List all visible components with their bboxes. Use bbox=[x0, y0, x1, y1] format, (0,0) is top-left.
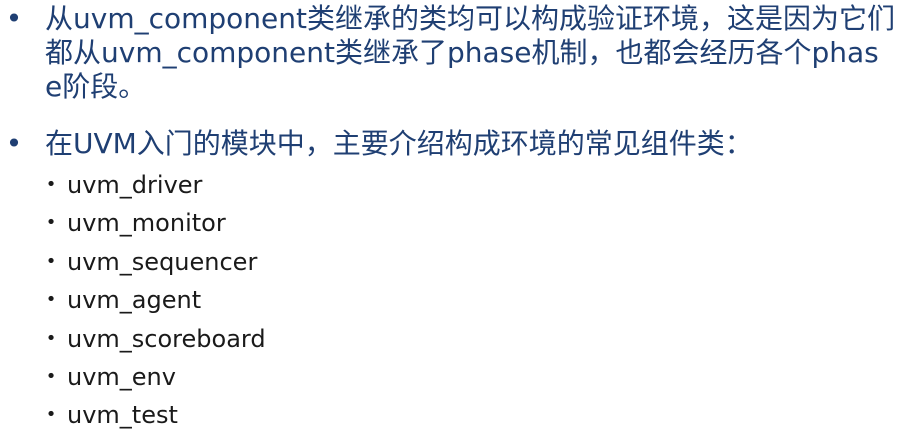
sub-bullet-marker: • bbox=[45, 366, 57, 387]
sub-bullet-marker: • bbox=[45, 251, 57, 272]
sub-bullet-marker: • bbox=[45, 174, 57, 195]
bullet-marker: • bbox=[5, 127, 23, 160]
list-item-uvm-monitor: • uvm_monitor bbox=[0, 208, 899, 242]
sub-bullet-marker: • bbox=[45, 212, 57, 233]
list-item-text: uvm_scoreboard bbox=[67, 325, 266, 353]
sub-bullet-marker: • bbox=[45, 328, 57, 349]
list-item-text: uvm_env bbox=[67, 363, 176, 391]
list-item-uvm-sequencer: • uvm_sequencer bbox=[0, 247, 899, 281]
list-item-uvm-env: • uvm_env bbox=[0, 362, 899, 396]
sub-bullet-marker: • bbox=[45, 289, 57, 310]
list-item-text: uvm_sequencer bbox=[67, 248, 258, 276]
bullet-item-component-classes: • 在UVM入门的模块中，主要介绍构成环境的常见组件类： bbox=[0, 127, 899, 167]
list-item-text: uvm_driver bbox=[67, 171, 203, 199]
list-item-text: uvm_agent bbox=[67, 286, 202, 314]
list-item-uvm-agent: • uvm_agent bbox=[0, 285, 899, 319]
list-item-text: uvm_test bbox=[67, 401, 178, 429]
bullet-text: 从uvm_component类继承的类均可以构成验证环境，这是因为它们都从uvm… bbox=[45, 2, 895, 103]
list-item-uvm-test: • uvm_test bbox=[0, 400, 899, 434]
list-item-uvm-driver: • uvm_driver bbox=[0, 170, 899, 204]
bullet-text: 在UVM入门的模块中，主要介绍构成环境的常见组件类： bbox=[45, 127, 753, 160]
slide: • 从uvm_component类继承的类均可以构成验证环境，这是因为它们都从u… bbox=[0, 0, 899, 439]
list-item-uvm-scoreboard: • uvm_scoreboard bbox=[0, 324, 899, 358]
list-item-text: uvm_monitor bbox=[67, 209, 226, 237]
sub-bullet-marker: • bbox=[45, 404, 57, 425]
bullet-marker: • bbox=[5, 2, 23, 35]
bullet-item-phase-mechanism: • 从uvm_component类继承的类均可以构成验证环境，这是因为它们都从u… bbox=[0, 2, 899, 112]
